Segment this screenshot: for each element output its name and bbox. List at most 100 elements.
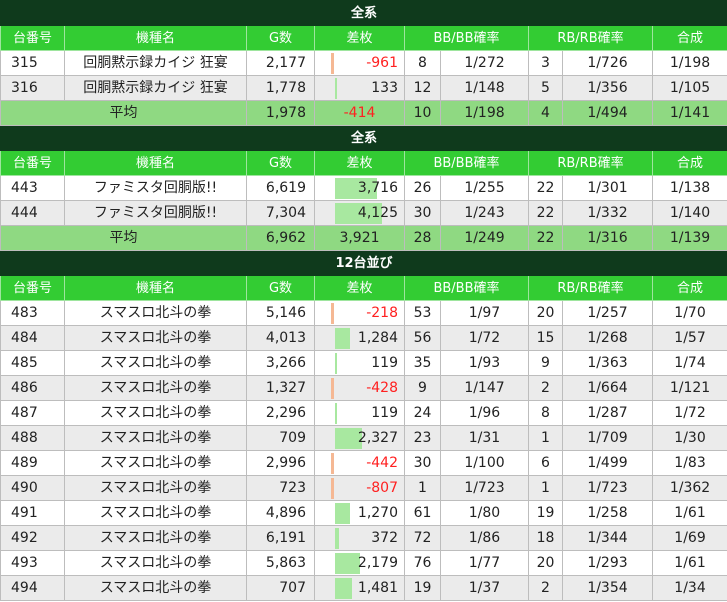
machine-number: 489 (0, 450, 65, 476)
table-row: 488 スマスロ北斗の拳 709 2,327 23 1/31 1 1/709 1/30 (0, 425, 727, 451)
rb-count: 8 (528, 400, 563, 426)
header-row: 台番号 機種名 G数 差枚 BB/BB確率 RB/RB確率 合成 (0, 150, 727, 176)
diff-value: -218 (366, 304, 398, 321)
average-combined-rate: 1/139 (651, 225, 727, 251)
game-count: 1,327 (246, 375, 315, 401)
bb-count: 26 (404, 175, 441, 201)
diff-value: -961 (366, 54, 398, 71)
rb-rate: 1/258 (562, 500, 653, 526)
diff-value: -428 (366, 379, 398, 396)
game-count: 4,013 (246, 325, 315, 351)
table-row: 444 ファミスタ回胴版!! 7,304 4,125 30 1/243 22 1/332 1/1… (0, 200, 727, 226)
rb-rate: 1/709 (562, 425, 653, 451)
bb-rate: 1/86 (440, 525, 529, 551)
rb-rate: 1/344 (562, 525, 653, 551)
table-row: 316 回胴黙示録カイジ 狂宴 1,778 133 12 1/148 5 1/356 1/105 (0, 75, 727, 101)
rb-count: 2 (528, 375, 563, 401)
diff-cell: -428 (314, 375, 405, 401)
rb-rate: 1/354 (562, 575, 653, 601)
diff-cell: 119 (314, 400, 405, 426)
table-row: 492 スマスロ北斗の拳 6,191 372 72 1/86 18 1/344 1/69 (0, 525, 727, 551)
diff-cell: -807 (314, 475, 405, 501)
diff-cell: 119 (314, 350, 405, 376)
diff-cell: 3,716 (314, 175, 405, 201)
section-title: 全系 (0, 125, 727, 151)
diff-cell: 2,327 (314, 425, 405, 451)
rb-rate: 1/664 (562, 375, 653, 401)
rb-count: 22 (528, 175, 563, 201)
combined-rate: 1/140 (651, 200, 727, 226)
negative-diff-bar (331, 53, 334, 74)
diff-value: 1,284 (357, 329, 398, 346)
machine-name: スマスロ北斗の拳 (64, 575, 247, 601)
header-name: 機種名 (64, 275, 247, 301)
average-bb-count: 10 (404, 100, 441, 126)
machine-number: 483 (0, 300, 65, 326)
positive-diff-bar (335, 328, 350, 349)
game-count: 723 (246, 475, 315, 501)
machine-number: 487 (0, 400, 65, 426)
header-games: G数 (246, 25, 315, 51)
rb-rate: 1/499 (562, 450, 653, 476)
section-title: 12台並び (0, 250, 727, 276)
header-bb: BB/BB確率 (404, 25, 529, 51)
positive-diff-bar (335, 503, 350, 524)
header-diff: 差枚 (314, 275, 405, 301)
bb-rate: 1/100 (440, 450, 529, 476)
rb-rate: 1/356 (562, 75, 653, 101)
combined-rate: 1/198 (651, 50, 727, 76)
header-name: 機種名 (64, 150, 247, 176)
header-bb: BB/BB確率 (404, 150, 529, 176)
game-count: 707 (246, 575, 315, 601)
bb-rate: 1/72 (440, 325, 529, 351)
header-no: 台番号 (0, 25, 65, 51)
bb-count: 61 (404, 500, 441, 526)
header-name: 機種名 (64, 25, 247, 51)
positive-diff-bar (335, 553, 360, 574)
game-count: 6,619 (246, 175, 315, 201)
bb-rate: 1/148 (440, 75, 529, 101)
bb-count: 53 (404, 300, 441, 326)
positive-diff-bar (335, 78, 337, 99)
average-rb-count: 4 (528, 100, 563, 126)
table-row: 490 スマスロ北斗の拳 723 -807 1 1/723 1 1/723 1/362 (0, 475, 727, 501)
machine-name: スマスロ北斗の拳 (64, 400, 247, 426)
combined-rate: 1/362 (651, 475, 727, 501)
diff-value: 1,481 (357, 579, 398, 596)
table-row: 485 スマスロ北斗の拳 3,266 119 35 1/93 9 1/363 1/74 (0, 350, 727, 376)
bb-rate: 1/37 (440, 575, 529, 601)
header-bb: BB/BB確率 (404, 275, 529, 301)
bb-rate: 1/147 (440, 375, 529, 401)
positive-diff-bar (335, 528, 339, 549)
section-title-row: 12台並び (0, 250, 727, 276)
table-row: 315 回胴黙示録カイジ 狂宴 2,177 -961 8 1/272 3 1/726 1/198 (0, 50, 727, 76)
section-title-row: 全系 (0, 0, 727, 26)
diff-value: 133 (371, 79, 398, 96)
bb-count: 56 (404, 325, 441, 351)
machine-number: 485 (0, 350, 65, 376)
positive-diff-bar (335, 353, 337, 374)
average-label: 平均 (0, 100, 247, 126)
machine-number: 484 (0, 325, 65, 351)
diff-cell: -442 (314, 450, 405, 476)
bb-count: 24 (404, 400, 441, 426)
rb-count: 3 (528, 50, 563, 76)
table-row: 484 スマスロ北斗の拳 4,013 1,284 56 1/72 15 1/268 1/57 (0, 325, 727, 351)
diff-value: 372 (371, 529, 398, 546)
positive-diff-bar (335, 403, 337, 424)
machine-number: 486 (0, 375, 65, 401)
machine-name: 回胴黙示録カイジ 狂宴 (64, 50, 247, 76)
machine-name: スマスロ北斗の拳 (64, 300, 247, 326)
header-row: 台番号 機種名 G数 差枚 BB/BB確率 RB/RB確率 合成 (0, 275, 727, 301)
diff-cell: 2,179 (314, 550, 405, 576)
rb-count: 15 (528, 325, 563, 351)
average-row: 平均 6,962 3,921 28 1/249 22 1/316 1/139 (0, 225, 727, 251)
rb-count: 20 (528, 300, 563, 326)
game-count: 3,266 (246, 350, 315, 376)
machine-number: 488 (0, 425, 65, 451)
combined-rate: 1/72 (651, 400, 727, 426)
bb-rate: 1/723 (440, 475, 529, 501)
average-diff-value: -414 (343, 104, 376, 121)
rb-rate: 1/287 (562, 400, 653, 426)
bb-rate: 1/255 (440, 175, 529, 201)
